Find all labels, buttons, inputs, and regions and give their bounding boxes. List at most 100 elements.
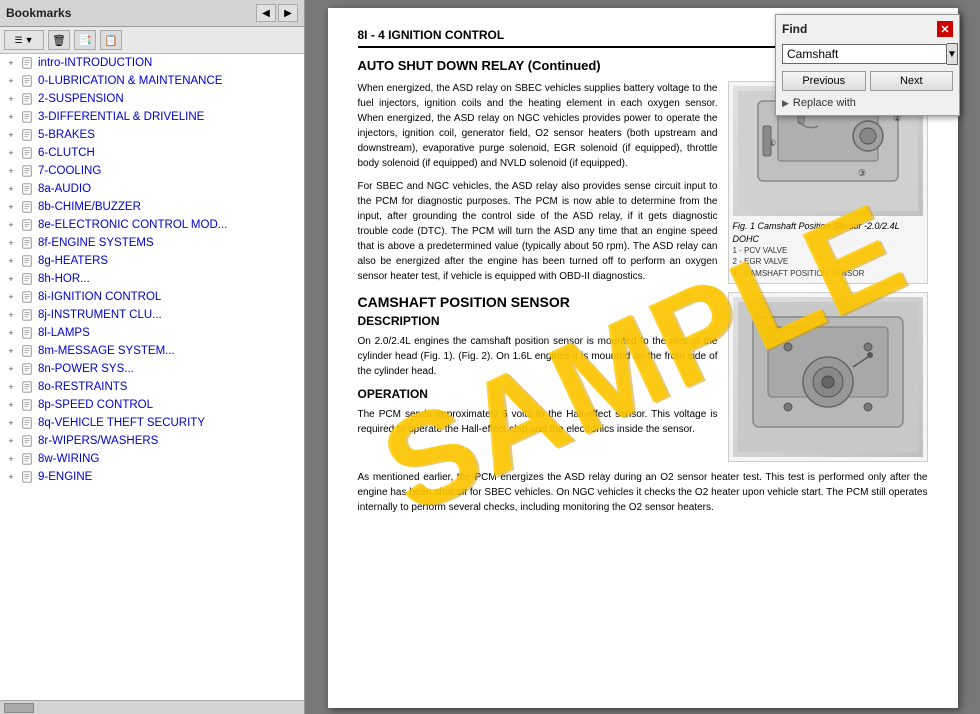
bookmark-label-8r: 8r-WIPERS/WASHERS — [38, 435, 158, 447]
svg-text:③: ③ — [858, 168, 866, 178]
bookmark-page-icon-8f — [20, 236, 34, 250]
bookmark-label-8g: 8g-HEATERS — [38, 255, 108, 267]
bookmarks-view-toggle[interactable]: ☰ ▼ — [4, 30, 44, 50]
bookmark-expand-7: + — [4, 164, 18, 178]
scrollbar-thumb[interactable] — [4, 703, 34, 713]
paragraph3: As mentioned earlier, the PCM energizes … — [358, 470, 928, 515]
bookmark-expand-8w: + — [4, 452, 18, 466]
find-buttons-row: Previous Next — [782, 71, 953, 91]
bookmark-page-icon-intro — [20, 56, 34, 70]
bookmarks-back-btn[interactable]: ◀ — [256, 4, 276, 22]
bookmarks-header: Bookmarks ◀ ▶ — [0, 0, 304, 27]
page-header-left: 8I - 4 IGNITION CONTROL — [358, 28, 505, 42]
bookmark-item-8f[interactable]: + 8f-ENGINE SYSTEMS — [0, 234, 304, 252]
bookmark-item-8q[interactable]: + 8q-VEHICLE THEFT SECURITY — [0, 414, 304, 432]
bookmark-item-6[interactable]: + 6-CLUTCH — [0, 144, 304, 162]
bookmark-label-8p: 8p-SPEED CONTROL — [38, 399, 153, 411]
bookmark-page-icon-8e — [20, 218, 34, 232]
bookmark-item-8a[interactable]: + 8a-AUDIO — [0, 180, 304, 198]
find-next-btn[interactable]: Next — [870, 71, 954, 91]
paragraph1: When energized, the ASD relay on SBEC ve… — [358, 81, 718, 171]
bookmark-page-icon-8i — [20, 290, 34, 304]
bookmark-page-icon-0 — [20, 74, 34, 88]
bookmark-label-6: 6-CLUTCH — [38, 147, 95, 159]
bookmark-expand-0: + — [4, 74, 18, 88]
bookmark-label-8i: 8i-IGNITION CONTROL — [38, 291, 161, 303]
bookmarks-panel: Bookmarks ◀ ▶ ☰ ▼ 🗑 📑 📋 + intro-I — [0, 0, 305, 714]
figure1-caption-title: Fig. 1 Camshaft Position Sensor -2.0/2.4… — [733, 220, 923, 245]
bookmark-expand-8n: + — [4, 362, 18, 376]
bookmark-page-icon-8l — [20, 326, 34, 340]
bookmark-label-8m: 8m-MESSAGE SYSTEM... — [38, 345, 175, 357]
bookmark-expand-8e: + — [4, 218, 18, 232]
bookmark-expand-8b: + — [4, 200, 18, 214]
bookmark-item-8p[interactable]: + 8p-SPEED CONTROL — [0, 396, 304, 414]
bookmark-item-3[interactable]: + 3-DIFFERENTIAL & DRIVELINE — [0, 108, 304, 126]
bookmark-item-5[interactable]: + 5-BRAKES — [0, 126, 304, 144]
bookmark-label-7: 7-COOLING — [38, 165, 101, 177]
bookmark-item-2[interactable]: + 2-SUSPENSION — [0, 90, 304, 108]
find-dropdown-btn[interactable]: ▼ — [947, 43, 958, 65]
bookmark-label-8n: 8n-POWER SYS... — [38, 363, 134, 375]
bookmark-item-8l[interactable]: + 8l-LAMPS — [0, 324, 304, 342]
bookmark-item-0[interactable]: + 0-LUBRICATION & MAINTENANCE — [0, 72, 304, 90]
bookmark-item-7[interactable]: + 7-COOLING — [0, 162, 304, 180]
bookmark-label-8l: 8l-LAMPS — [38, 327, 90, 339]
bookmark-label-8h: 8h-HOR... — [38, 273, 90, 285]
find-input-row: ▼ — [782, 43, 953, 65]
bookmark-item-8o[interactable]: + 8o-RESTRAINTS — [0, 378, 304, 396]
bookmark-label-8q: 8q-VEHICLE THEFT SECURITY — [38, 417, 205, 429]
bookmark-settings-btn[interactable]: 📋 — [100, 30, 122, 50]
bookmark-item-intro[interactable]: + intro-INTRODUCTION — [0, 54, 304, 72]
replace-row: ▶ Replace with — [782, 97, 953, 109]
bookmark-page-icon-8w — [20, 452, 34, 466]
bookmark-page-icon-8g — [20, 254, 34, 268]
figure2-image — [733, 297, 923, 457]
bookmark-label-8b: 8b-CHIME/BUZZER — [38, 201, 141, 213]
description-text: On 2.0/2.4L engines the camshaft positio… — [358, 334, 718, 379]
operation-text: The PCM sends approximately 5 volts to t… — [358, 407, 718, 437]
bookmark-add-btn[interactable]: 📑 — [74, 30, 96, 50]
figure1-caption-line1: 1 - PCV VALVE — [733, 245, 923, 256]
bookmark-expand-8i: + — [4, 290, 18, 304]
bookmark-label-3: 3-DIFFERENTIAL & DRIVELINE — [38, 111, 204, 123]
bookmark-label-8o: 8o-RESTRAINTS — [38, 381, 127, 393]
bookmarks-title: Bookmarks — [6, 6, 71, 20]
bookmark-expand-8o: + — [4, 380, 18, 394]
bookmark-expand-8l: + — [4, 326, 18, 340]
bookmark-label-8w: 8w-WIRING — [38, 453, 99, 465]
bookmark-item-9[interactable]: + 9-ENGINE — [0, 468, 304, 486]
bookmark-item-8w[interactable]: + 8w-WIRING — [0, 450, 304, 468]
bookmark-page-icon-8m — [20, 344, 34, 358]
bookmark-item-8h[interactable]: + 8h-HOR... — [0, 270, 304, 288]
bookmark-item-8b[interactable]: + 8b-CHIME/BUZZER — [0, 198, 304, 216]
bookmark-item-8r[interactable]: + 8r-WIPERS/WASHERS — [0, 432, 304, 450]
bookmark-page-icon-8b — [20, 200, 34, 214]
bookmark-item-8m[interactable]: + 8m-MESSAGE SYSTEM... — [0, 342, 304, 360]
bookmark-page-icon-6 — [20, 146, 34, 160]
horizontal-scrollbar[interactable] — [0, 700, 304, 714]
find-previous-btn[interactable]: Previous — [782, 71, 866, 91]
bookmarks-forward-btn[interactable]: ▶ — [278, 4, 298, 22]
bookmark-item-8e[interactable]: + 8e-ELECTRONIC CONTROL MOD... — [0, 216, 304, 234]
bookmark-item-8j[interactable]: + 8j-INSTRUMENT CLU... — [0, 306, 304, 324]
bookmark-expand-8h: + — [4, 272, 18, 286]
replace-label: Replace with — [793, 97, 856, 109]
delete-btn[interactable]: 🗑 — [48, 30, 70, 50]
bookmark-item-8n[interactable]: + 8n-POWER SYS... — [0, 360, 304, 378]
replace-triangle-icon: ▶ — [782, 98, 789, 109]
bookmarks-toolbar: ☰ ▼ 🗑 📑 📋 — [0, 27, 304, 54]
bookmark-page-icon-8h — [20, 272, 34, 286]
document-panel: SAMPLE 8I - 4 IGNITION CONTROL PT AUTO S… — [305, 0, 980, 714]
bookmark-page-icon-8j — [20, 308, 34, 322]
engine-diagram-2 — [738, 302, 918, 452]
bookmark-expand-3: + — [4, 110, 18, 124]
find-search-input[interactable] — [782, 44, 947, 64]
find-dialog-close-btn[interactable]: ✕ — [937, 21, 953, 37]
bookmark-label-intro: intro-INTRODUCTION — [38, 57, 152, 69]
bookmark-label-8e: 8e-ELECTRONIC CONTROL MOD... — [38, 219, 227, 231]
bookmark-item-8g[interactable]: + 8g-HEATERS — [0, 252, 304, 270]
bookmark-item-8i[interactable]: + 8i-IGNITION CONTROL — [0, 288, 304, 306]
bookmark-page-icon-7 — [20, 164, 34, 178]
find-dialog-header: Find ✕ — [782, 21, 953, 37]
